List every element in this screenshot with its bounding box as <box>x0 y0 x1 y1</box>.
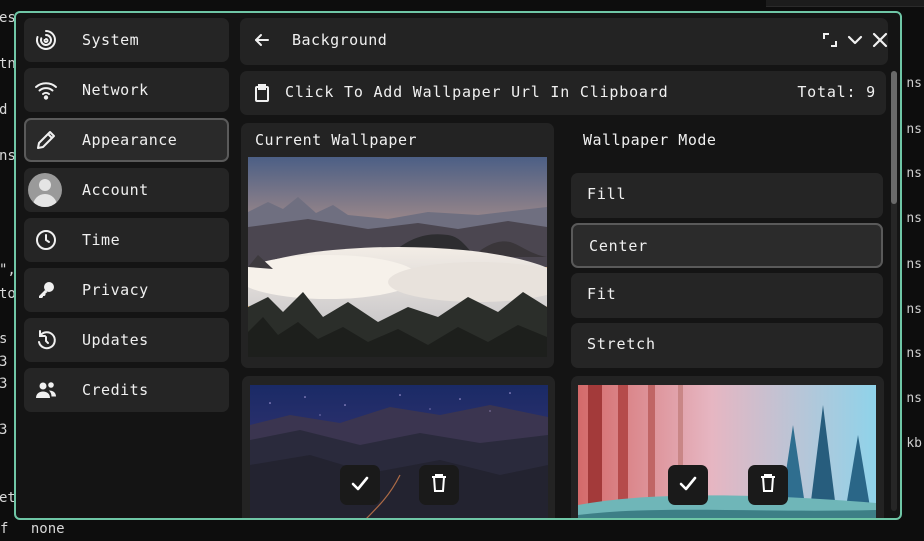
close-icon[interactable] <box>870 30 890 54</box>
terminal-fragment: d <box>0 102 8 118</box>
expand-icon[interactable] <box>820 30 840 54</box>
content-scrollbar[interactable] <box>891 71 897 511</box>
pencil-icon <box>34 128 58 152</box>
terminal-fragment: ns <box>906 302 922 317</box>
clock-icon <box>34 228 58 252</box>
key-icon <box>34 278 58 302</box>
current-wallpaper-image <box>248 157 547 357</box>
wallpaper-thumbnail[interactable] <box>242 376 555 518</box>
system-swirl-icon <box>34 28 58 52</box>
sidebar-item-label: Account <box>82 181 149 199</box>
wallpaper-total: Total: 9 <box>797 83 876 101</box>
sidebar-item-privacy[interactable]: Privacy <box>24 268 229 312</box>
avatar <box>28 173 62 207</box>
check-icon <box>677 472 699 498</box>
sidebar-item-account[interactable]: Account <box>24 168 229 212</box>
page-title: Background <box>292 31 388 49</box>
wallpaper-thumbnail-image <box>250 385 548 518</box>
sidebar-item-credits[interactable]: Credits <box>24 368 229 412</box>
terminal-fragment: ns <box>906 391 922 406</box>
terminal-fragment: ns <box>906 166 922 181</box>
apply-wallpaper-button[interactable] <box>668 465 708 505</box>
sidebar-item-network[interactable]: Network <box>24 68 229 112</box>
terminal-fragment: 3 <box>0 354 8 370</box>
sidebar-item-label: Network <box>82 81 149 99</box>
sidebar-item-label: Appearance <box>82 131 178 149</box>
sidebar-item-time[interactable]: Time <box>24 218 229 262</box>
current-wallpaper-label: Current Wallpaper <box>255 131 418 149</box>
scrollbar-thumb[interactable] <box>891 71 897 204</box>
sidebar-item-label: System <box>82 31 140 49</box>
mode-center-button[interactable]: Center <box>571 223 883 268</box>
sidebar-item-updates[interactable]: Updates <box>24 318 229 362</box>
clipboard-hint: Click To Add Wallpaper Url In Clipboard <box>285 83 669 101</box>
delete-wallpaper-button[interactable] <box>419 465 459 505</box>
trash-icon <box>759 473 777 497</box>
sidebar-item-appearance[interactable]: Appearance <box>24 118 229 162</box>
chevron-down-icon[interactable] <box>845 30 865 54</box>
background-terminal-right: ns ns ns ns ns ns ns ns kb <box>902 0 924 541</box>
terminal-fragment: ns <box>906 76 922 91</box>
background-panel-strip <box>766 0 924 7</box>
mode-fill-button[interactable]: Fill <box>571 173 883 218</box>
current-wallpaper-card: Current Wallpaper <box>241 123 554 368</box>
terminal-fragment: ns <box>906 211 922 226</box>
wallpaper-mode-label: Wallpaper Mode <box>583 131 717 149</box>
terminal-fragment: ns <box>906 346 922 361</box>
sidebar-item-label: Privacy <box>82 281 149 299</box>
apply-wallpaper-button[interactable] <box>340 465 380 505</box>
terminal-fragment: ns <box>906 257 922 272</box>
terminal-fragment: 3 <box>0 376 8 392</box>
check-icon <box>349 472 371 498</box>
sidebar-item-label: Time <box>82 231 121 249</box>
trash-icon <box>430 473 448 497</box>
wifi-icon <box>34 78 58 102</box>
sidebar-item-system[interactable]: System <box>24 18 229 62</box>
mode-fit-button[interactable]: Fit <box>571 273 883 318</box>
terminal-fragment: ns <box>906 122 922 137</box>
sidebar-item-label: Updates <box>82 331 149 349</box>
wallpaper-thumbnail[interactable] <box>571 376 884 518</box>
add-wallpaper-from-clipboard-button[interactable]: Click To Add Wallpaper Url In Clipboard … <box>240 71 886 115</box>
arrow-left-icon[interactable] <box>252 30 272 54</box>
terminal-fragment: s <box>0 331 8 347</box>
delete-wallpaper-button[interactable] <box>748 465 788 505</box>
terminal-fragment: kb <box>906 436 922 451</box>
wallpaper-thumbnail-image <box>578 385 876 518</box>
page-header: Background <box>240 18 888 65</box>
sidebar-item-label: Credits <box>82 381 149 399</box>
settings-window: System Network Appearance Account Time P… <box>14 11 902 520</box>
refresh-icon <box>34 328 58 352</box>
clipboard-icon <box>253 83 271 107</box>
background-terminal-bottom: f none <box>0 521 65 537</box>
people-icon <box>34 378 58 402</box>
terminal-fragment: 3 <box>0 422 8 438</box>
mode-stretch-button[interactable]: Stretch <box>571 323 883 368</box>
